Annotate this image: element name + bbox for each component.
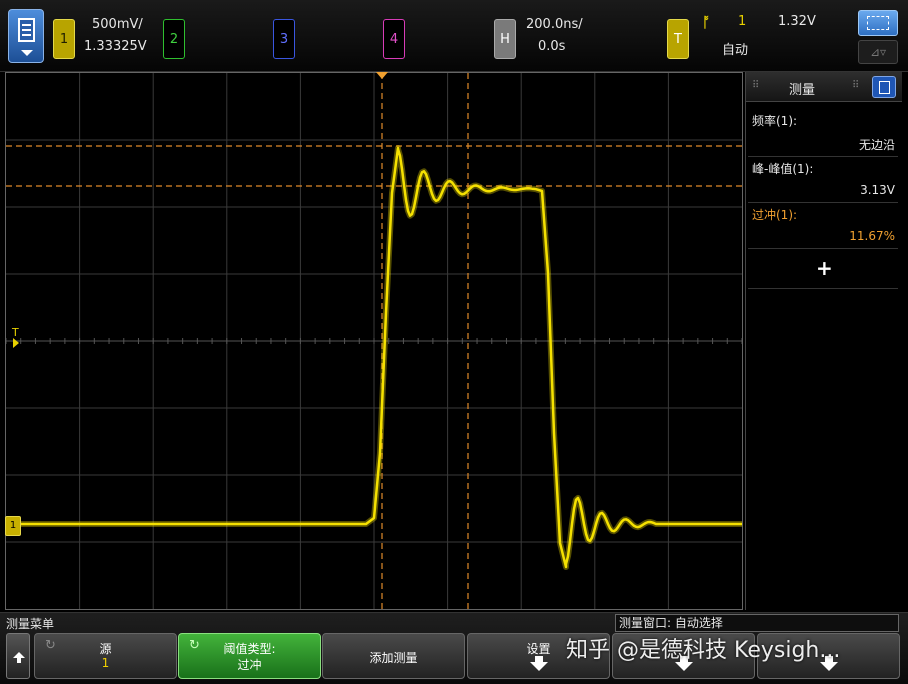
measurement-label: 过冲(1): [752,208,798,222]
channel-1-ground-marker[interactable]: 1 [5,516,21,536]
softkey-label: 源 [99,642,112,656]
horizontal-button[interactable]: H [494,19,516,59]
top-status-bar: 1 500mV/ 1.33325V 2 3 4 H 200.0ns/ 0.0s … [0,0,908,72]
trigger-level: 1.32V [778,14,816,29]
rising-edge-icon: ᚩ [702,15,711,31]
horizontal-scale: 200.0ns/ [526,17,583,32]
drag-handle-icon[interactable]: ⠿ [752,80,759,91]
waveform-display[interactable] [5,72,743,610]
measurement-panel-title: 测量 [789,83,816,98]
ruler-icon: ⊿▿ [869,45,887,59]
channel-2-button[interactable]: 2 [163,19,185,59]
watermark-text: 知乎 @是德科技 Keysigh... [566,638,841,663]
measurement-value: 3.13V [860,183,895,197]
channel-4-button[interactable]: 4 [383,19,405,59]
down-arrow-icon [530,662,548,671]
measure-ruler-button[interactable]: ⊿▿ [858,40,898,64]
trigger-level-arrow-icon [13,338,19,348]
measurement-menu-button[interactable] [872,76,896,98]
list-icon [879,81,890,94]
softkey-value: 过冲 [237,658,262,672]
measurement-panel: ⠿ 测量 ⠿ 频率(1): 无边沿 峰-峰值(1): 3.13V 过冲(1): … [745,72,902,610]
graticule [6,73,742,609]
zoom-box-icon [867,16,889,30]
measurement-panel-header: ⠿ 测量 ⠿ [746,72,902,102]
measurement-value: 11.67% [849,229,895,243]
menu-title: 测量菜单 [6,617,55,631]
channel-1-button[interactable]: 1 [53,19,75,59]
softkey-label: 阈值类型: [223,642,276,656]
document-icon [18,18,35,42]
channel-1-scale: 500mV/ [92,17,143,32]
trigger-position-marker[interactable] [376,72,388,79]
measurement-value: 无边沿 [858,138,895,152]
source-softkey[interactable]: ↻ 源 1 [34,633,177,679]
measurement-window-label: 测量窗口: 自动选择 [615,614,899,632]
menu-up-button[interactable] [6,633,30,679]
channel-1-offset: 1.33325V [84,39,147,54]
dropdown-arrow-icon [21,50,33,56]
measurement-label: 频率(1): [752,114,798,128]
add-measurement-plus-icon[interactable]: + [816,256,833,280]
add-measurement-softkey[interactable]: 添加测量 [322,633,465,679]
measurement-label: 峰-峰值(1): [752,162,814,176]
trigger-button[interactable]: T [667,19,689,59]
softkey-value: 1 [101,656,110,670]
horizontal-delay: 0.0s [538,39,566,54]
threshold-type-softkey[interactable]: ↻ 阈值类型: 过冲 [178,633,321,679]
zoom-button[interactable] [858,10,898,36]
softkey-label: 添加测量 [369,651,418,665]
main-menu-button[interactable] [8,9,44,63]
trigger-source: 1 [738,14,747,29]
drag-handle-icon[interactable]: ⠿ [852,80,859,91]
trigger-mode: 自动 [722,43,749,58]
channel-3-button[interactable]: 3 [273,19,295,59]
